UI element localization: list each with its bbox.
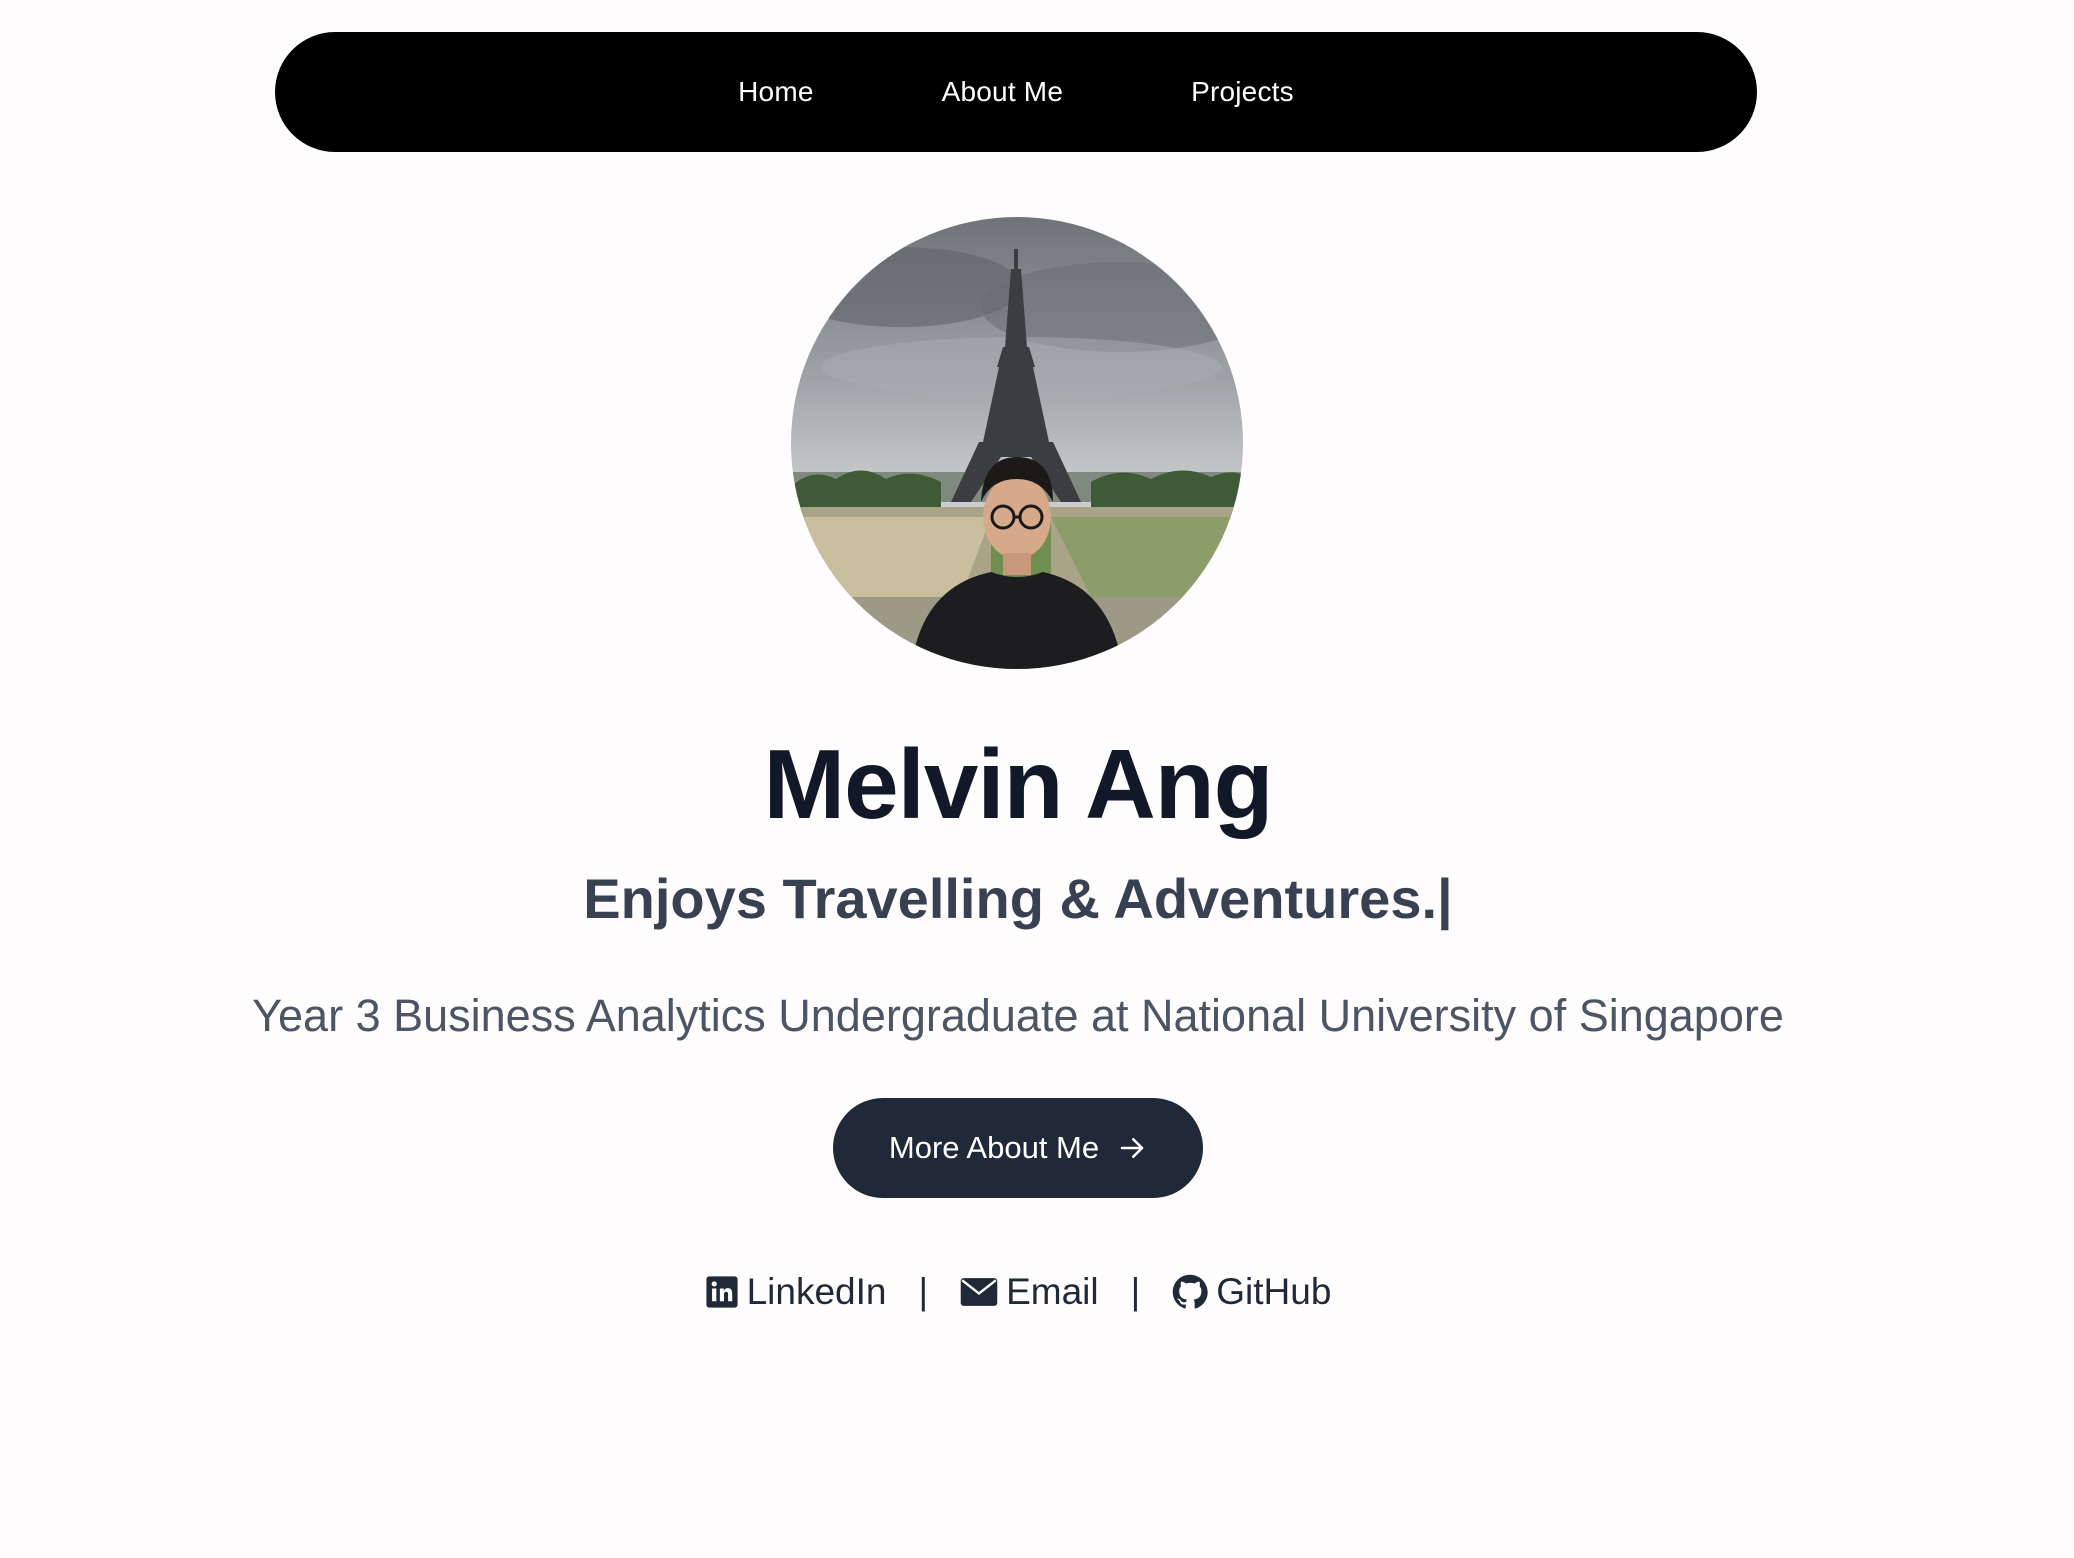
more-about-me-label: More About Me [888,1130,1100,1165]
separator: | [1130,1271,1141,1312]
nav-projects-link[interactable]: Projects [1191,76,1294,108]
hero-tagline: Enjoys Travelling & Adventures.| [583,867,1453,930]
nav-home-link[interactable]: Home [738,76,814,108]
page: Home About Me Projects Melvin Ang Enjoys… [0,0,2074,1558]
github-icon [1172,1274,1208,1310]
envelope-icon [960,1277,998,1307]
github-label: GitHub [1216,1271,1332,1312]
email-label: Email [1006,1271,1099,1312]
arrow-right-icon [1117,1133,1147,1163]
hero-name: Melvin Ang [763,729,1273,839]
more-about-me-button[interactable]: More About Me [833,1098,1203,1198]
linkedin-label: LinkedIn [746,1271,887,1312]
email-link[interactable]: Email [960,1271,1099,1313]
social-links: LinkedIn | Email | GitHub [0,1262,2036,1322]
linkedin-link[interactable]: LinkedIn [705,1271,887,1313]
separator: | [918,1271,929,1312]
github-link[interactable]: GitHub [1172,1271,1331,1313]
profile-photo [791,217,1243,669]
linkedin-icon [705,1275,739,1309]
top-navbar: Home About Me Projects [275,32,1757,152]
hero-subtitle: Year 3 Business Analytics Undergraduate … [252,990,1784,1041]
nav-about-link[interactable]: About Me [942,76,1063,108]
